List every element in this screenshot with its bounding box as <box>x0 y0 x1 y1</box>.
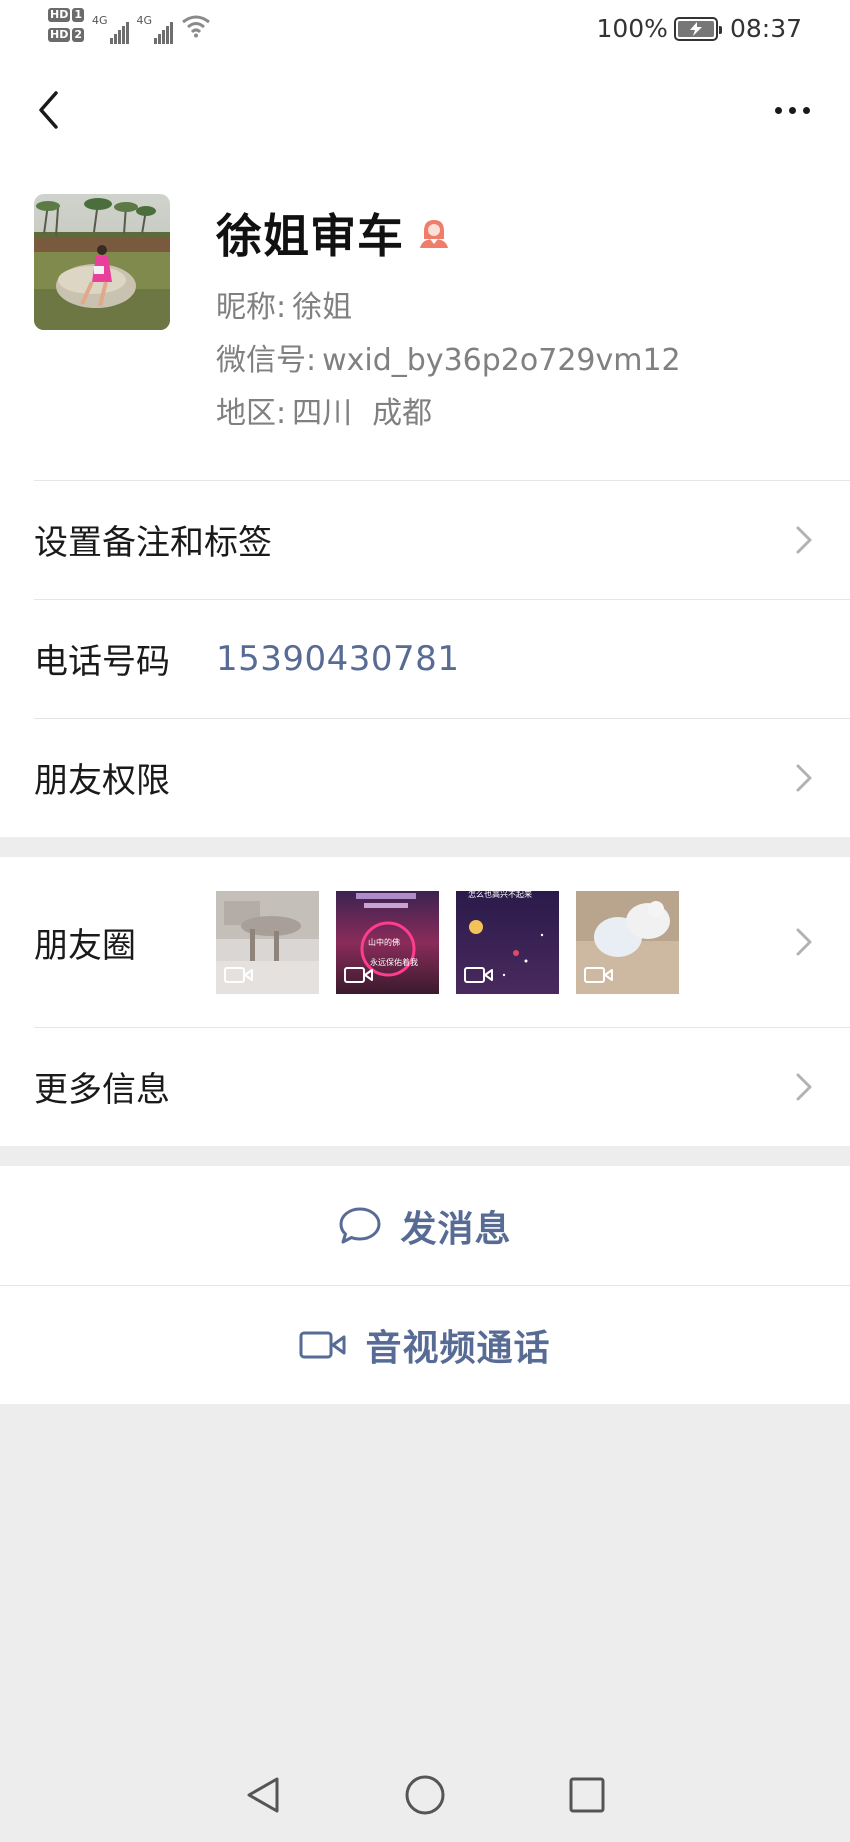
signal-2-icon: 4G <box>137 12 174 44</box>
video-icon <box>584 967 613 983</box>
moments-cell[interactable]: 朋友圈 山中的佛 永远保佑着我 怎么也高兴不起来 <box>0 857 850 1027</box>
wifi-icon <box>181 14 211 42</box>
wechat-id-line: 微信号: wxid_by36p2o729vm12 <box>216 343 681 378</box>
chevron-right-icon <box>796 928 812 956</box>
female-person-icon <box>420 220 448 248</box>
chevron-left-icon <box>39 91 58 129</box>
circle-home-icon <box>405 1775 445 1815</box>
moments-thumbnail: 怎么也高兴不起来 <box>456 891 559 994</box>
wechat-id-value: wxid_by36p2o729vm12 <box>322 343 681 378</box>
avatar[interactable] <box>34 194 170 330</box>
nickname-line: 昵称: 徐姐 <box>216 290 353 325</box>
moments-thumbnail <box>576 891 679 994</box>
phone-number-link[interactable]: 15390430781 <box>216 639 459 679</box>
chevron-right-icon <box>796 526 812 553</box>
friend-permissions-cell[interactable]: 朋友权限 <box>0 718 850 837</box>
video-icon <box>224 967 253 983</box>
system-home-button[interactable] <box>403 1773 447 1817</box>
more-info-cell[interactable]: 更多信息 <box>0 1027 850 1146</box>
video-camera-icon <box>299 1331 346 1359</box>
video-icon <box>344 967 373 983</box>
nickname-value: 徐姐 <box>292 290 353 325</box>
remark-tags-cell[interactable]: 设置备注和标签 <box>0 480 850 599</box>
region-province: 四川 <box>292 396 353 431</box>
region-line: 地区: 四川 成都 <box>216 396 433 431</box>
battery-icon <box>673 16 722 41</box>
contact-name: 徐姐审车 <box>216 209 404 263</box>
clock: 08:37 <box>729 14 802 43</box>
video-icon <box>464 967 493 983</box>
more-options-button[interactable] <box>764 90 820 130</box>
system-back-button[interactable] <box>241 1773 285 1817</box>
divider <box>34 480 850 481</box>
nav-bar <box>0 62 850 158</box>
phone-number-cell: 电话号码 15390430781 <box>0 599 850 718</box>
moments-thumbnail: 山中的佛 永远保佑着我 <box>336 891 439 994</box>
battery-percent: 100% <box>596 14 668 43</box>
video-call-button[interactable]: 音视频通话 <box>0 1285 850 1404</box>
more-dots-icon <box>774 106 782 114</box>
region-city: 成都 <box>372 396 433 431</box>
hd1-indicator: HD 1 <box>48 8 84 22</box>
system-navigation-bar <box>0 1748 850 1842</box>
back-button[interactable] <box>28 88 68 132</box>
moments-thumbnail <box>216 891 319 994</box>
send-message-button[interactable]: 发消息 <box>0 1166 850 1285</box>
divider <box>34 718 850 719</box>
divider <box>34 599 850 600</box>
hd2-indicator: HD 2 <box>48 28 84 42</box>
chat-bubble-icon <box>339 1207 381 1243</box>
profile-header: 徐姐审车 昵称: 徐姐 微信号: wxid_by36p2o729vm12 地区: 四川… <box>0 158 850 480</box>
chevron-right-icon <box>796 764 812 791</box>
signal-1-icon: 4G <box>92 12 129 44</box>
system-recents-button[interactable] <box>565 1773 609 1817</box>
chevron-right-icon <box>796 1073 812 1100</box>
divider <box>34 1027 850 1028</box>
square-recents-icon <box>569 1777 605 1813</box>
triangle-back-icon <box>247 1777 279 1813</box>
status-bar: HD 1 HD 2 4G 4G 100% 08:37 <box>0 0 850 62</box>
